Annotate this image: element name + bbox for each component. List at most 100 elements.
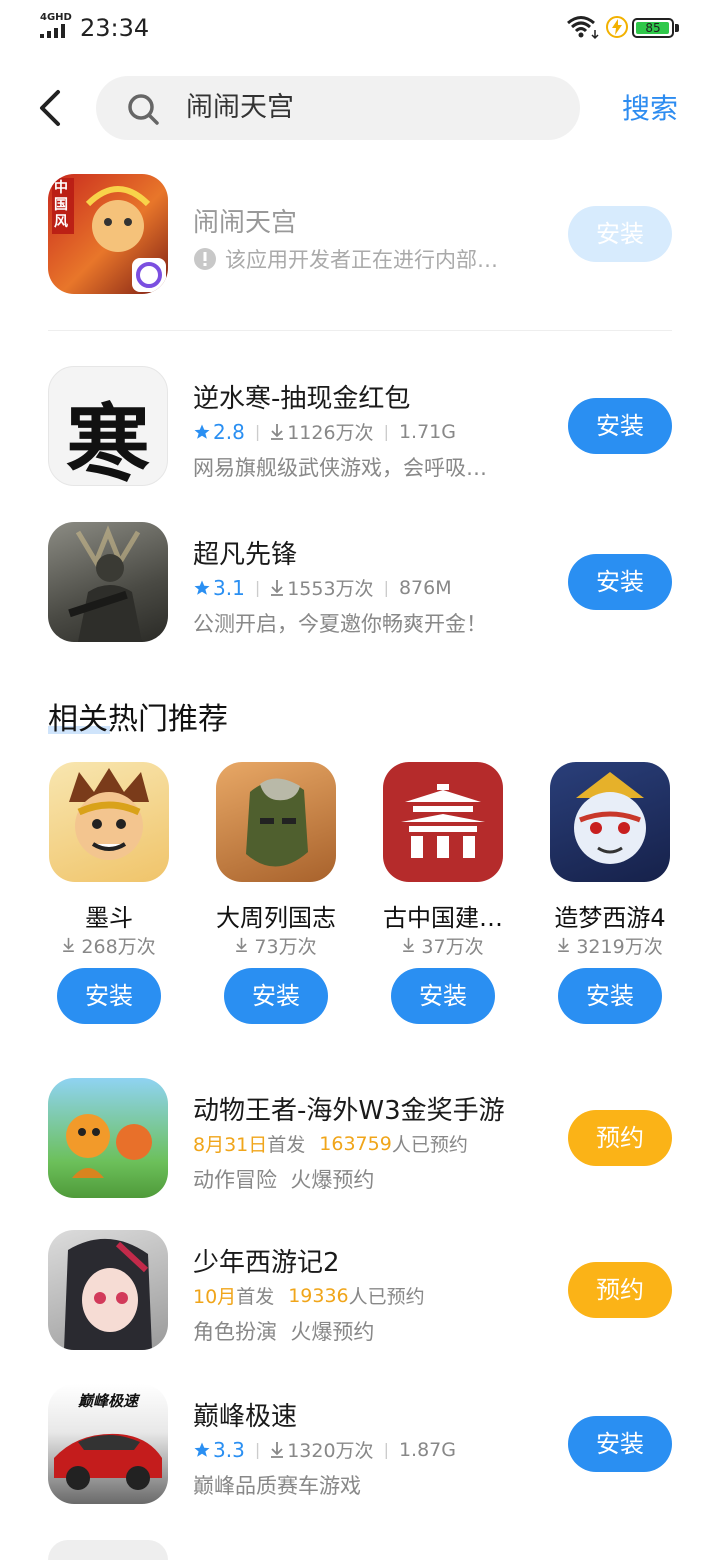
meta-separator: |	[254, 1440, 261, 1459]
install-button[interactable]: 安装	[391, 968, 495, 1024]
app-icon-zaomeng	[550, 762, 670, 882]
warning-text: 该应用开发者正在进行内部…	[225, 248, 498, 272]
app-title: 超凡先锋	[193, 540, 298, 570]
app-icon-naonao: 中国风	[48, 174, 168, 294]
download-count: 3219万次	[576, 936, 663, 958]
divider	[48, 330, 672, 331]
install-button[interactable]: 安装	[558, 968, 662, 1024]
app-title: 闹闹天宫	[193, 208, 298, 238]
list-item[interactable]: 超凡先锋 3.1 | 1553万次 | 876M 公测开启，今夏邀你畅爽开金！ …	[0, 522, 720, 646]
recommend-name: 古中国建…	[383, 904, 503, 932]
app-meta: 2.8 | 1126万次 | 1.71G	[193, 418, 456, 445]
app-tags: 动作冒险 火爆预约	[193, 1168, 375, 1192]
download-count: 37万次	[421, 936, 484, 958]
search-query-text: 闹闹天宫	[186, 92, 294, 123]
download-count: 1553万次	[287, 578, 374, 600]
reserve-button[interactable]: 预约	[568, 1110, 672, 1166]
list-item-partial[interactable]	[48, 1540, 168, 1560]
star-icon	[194, 1442, 210, 1457]
recommend-item[interactable]: 古中国建… 37万次 安装	[368, 762, 518, 1028]
recommend-downloads: 268万次	[34, 932, 184, 959]
recommend-downloads: 73万次	[201, 932, 351, 959]
charging-icon	[606, 16, 628, 38]
reservation-count: 19336	[288, 1284, 349, 1307]
rating: 2.8	[193, 420, 245, 444]
app-icon-guzhongguo	[383, 762, 503, 882]
app-icon-shaonian	[48, 1230, 168, 1350]
search-icon	[128, 94, 159, 125]
star-icon	[194, 580, 210, 595]
app-description: 公测开启，今夏邀你畅爽开金！	[193, 612, 487, 636]
app-tags: 角色扮演 火爆预约	[193, 1320, 375, 1344]
section-title: 相关热门推荐	[48, 702, 228, 737]
battery-cap	[675, 24, 679, 32]
download-count: 1126万次	[287, 422, 374, 444]
release-suffix: 首发	[267, 1134, 306, 1156]
status-bar: 4GHD 23:34 85	[0, 0, 720, 60]
clock: 23:34	[80, 14, 150, 42]
release-suffix: 首发	[236, 1286, 275, 1308]
info-icon	[194, 248, 216, 270]
app-size: 1.71G	[398, 420, 456, 443]
download-icon	[236, 937, 248, 953]
star-icon	[194, 424, 210, 439]
back-button[interactable]	[28, 82, 76, 134]
app-icon-dianfeng: 巅峰极速	[48, 1384, 168, 1504]
recommend-name: 造梦西游4	[554, 904, 666, 932]
recommend-item[interactable]: 大周列国志 73万次 安装	[201, 762, 351, 1028]
search-button[interactable]: 搜索	[608, 86, 692, 132]
list-item[interactable]: 寒 逆水寒-抽现金红包 2.8 | 1126万次 | 1.71G 网易旗舰级武侠…	[0, 366, 720, 490]
downloads: 1320万次	[270, 1436, 374, 1463]
recommend-name: 墨斗	[85, 904, 133, 932]
downloads: 1553万次	[270, 574, 374, 601]
release-date: 10月	[193, 1286, 237, 1308]
release-info: 8月31日 首发 163759 人已预约	[193, 1130, 468, 1157]
app-icon-modou	[49, 762, 169, 882]
install-button[interactable]: 安装	[224, 968, 328, 1024]
download-icon	[403, 937, 415, 953]
list-item[interactable]: 巅峰极速 巅峰极速 3.3 | 1320万次 | 1.87G 巅峰品质赛车游戏 …	[0, 1384, 720, 1508]
download-icon	[558, 937, 570, 953]
download-count: 268万次	[81, 936, 156, 958]
recommend-item[interactable]: 墨斗 268万次 安装	[34, 762, 184, 1028]
list-item[interactable]: 中国风 闹闹天宫 该应用开发者正在进行内部… 安装	[0, 170, 720, 300]
install-button[interactable]: 安装	[57, 968, 161, 1024]
install-button[interactable]: 安装	[568, 554, 672, 610]
recommend-item[interactable]: 造梦西游4 3219万次 安装	[535, 762, 685, 1028]
recommend-downloads: 3219万次	[535, 932, 685, 959]
meta-separator: |	[254, 422, 261, 441]
app-icon-chaofan	[48, 522, 168, 642]
install-button[interactable]: 安装	[568, 398, 672, 454]
app-description: 巅峰品质赛车游戏	[193, 1474, 361, 1498]
install-button[interactable]: 安装	[568, 206, 672, 262]
download-icon	[271, 579, 284, 596]
rating: 3.3	[193, 1438, 245, 1462]
app-warning: 该应用开发者正在进行内部…	[193, 244, 498, 274]
icon-glyph: 寒	[65, 394, 150, 486]
icon-logo-text: 巅峰极速	[77, 1392, 138, 1410]
battery-level: 85	[645, 21, 661, 35]
app-description: 网易旗舰级武侠游戏，会呼吸…	[193, 456, 487, 480]
search-input[interactable]: 闹闹天宫	[96, 76, 580, 140]
app-title: 逆水寒-抽现金红包	[193, 384, 411, 414]
app-size: 1.87G	[398, 1438, 456, 1461]
app-icon-dongwu	[48, 1078, 168, 1198]
meta-separator: |	[383, 578, 389, 597]
wifi-icon	[567, 16, 599, 40]
app-title: 动物王者-海外W3金奖手游	[193, 1096, 505, 1126]
reservation-suffix: 人已预约	[348, 1286, 425, 1308]
install-button[interactable]: 安装	[568, 1416, 672, 1472]
rating-value: 2.8	[213, 419, 245, 444]
list-item[interactable]: 少年西游记2 10月 首发 19336 人已预约 角色扮演 火爆预约 预约	[0, 1230, 720, 1354]
meta-separator: |	[254, 578, 261, 597]
download-icon	[271, 423, 284, 440]
icon-badge-text: 中国风	[54, 180, 68, 230]
app-meta: 3.1 | 1553万次 | 876M	[193, 574, 452, 601]
list-item[interactable]: 动物王者-海外W3金奖手游 8月31日 首发 163759 人已预约 动作冒险 …	[0, 1078, 720, 1202]
release-date: 8月31日	[193, 1134, 268, 1156]
recommend-name: 大周列国志	[216, 904, 336, 932]
app-meta: 3.3 | 1320万次 | 1.87G	[193, 1436, 456, 1463]
reservation-suffix: 人已预约	[391, 1134, 468, 1156]
download-icon	[63, 937, 75, 953]
reserve-button[interactable]: 预约	[568, 1262, 672, 1318]
